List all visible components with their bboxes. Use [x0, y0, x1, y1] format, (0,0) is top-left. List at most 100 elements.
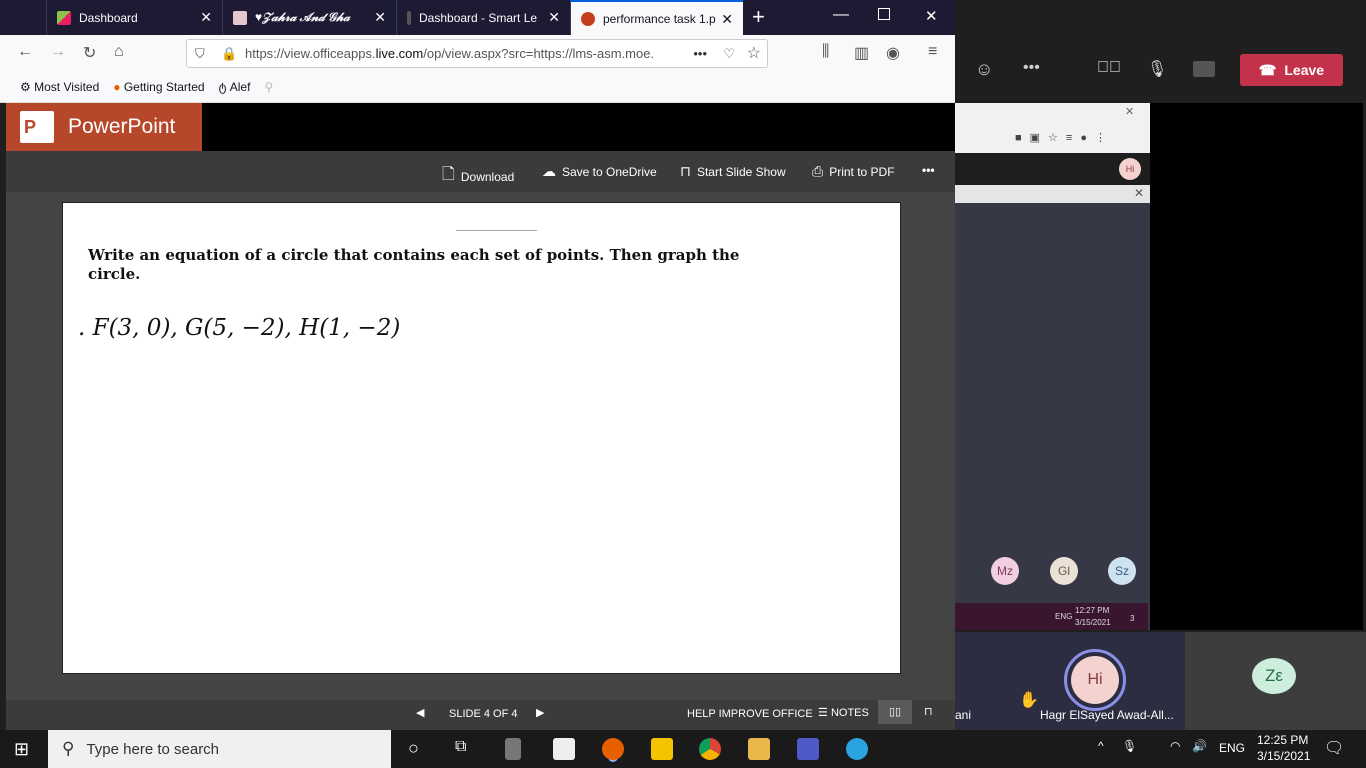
previous-slide-icon[interactable]: ◀	[416, 706, 424, 719]
account-icon[interactable]: ◉	[886, 43, 900, 63]
navigation-bar: ← → ↻ ⌂ ⛉ 🔒 https://view.officeapps.live…	[0, 35, 955, 72]
clock-time[interactable]: 12:25 PM	[1257, 733, 1308, 747]
reading-view-button[interactable]: ▯▯	[878, 700, 912, 724]
tab-label: ♥𝒵𝒶𝒽𝓇𝒶 𝒜𝓃𝒹 𝒢𝒽𝒶	[255, 10, 350, 24]
download-label: Download	[460, 169, 515, 184]
more-actions-icon[interactable]: •••	[1023, 59, 1040, 77]
participant-tile[interactable]: Zε	[1185, 632, 1366, 730]
bookmark-pin-icon[interactable]: ⚲	[264, 80, 273, 94]
tray-chevron-icon[interactable]: ^	[1098, 739, 1104, 753]
pocket-icon[interactable]: ♡	[723, 40, 735, 67]
file-explorer-icon[interactable]	[748, 738, 770, 760]
tab-label: Dashboard - Smart Le	[419, 10, 538, 25]
chrome-icon[interactable]	[699, 738, 721, 760]
reactions-icon[interactable]: ☺	[975, 59, 993, 80]
slide-problem: . F(3, 0), G(5, −2), H(1, −2)	[78, 315, 401, 341]
start-slide-show-button[interactable]: ⊓ Start Slide Show	[680, 163, 786, 180]
action-center-icon[interactable]: 🗨	[1324, 738, 1344, 758]
presentation-icon: ⊓	[680, 163, 691, 179]
participant-tile[interactable]: ani ✋ Hi Hagr ElSayed Awad-All...	[955, 632, 1185, 730]
library-icon[interactable]: ⫼	[822, 43, 829, 61]
reload-icon[interactable]: ↻	[83, 43, 96, 63]
sticky-notes-icon[interactable]	[651, 738, 673, 760]
minimize-button[interactable]: —	[833, 6, 849, 24]
slide: ________________ Write an equation of a …	[62, 202, 901, 674]
tab-zahra[interactable]: ♥𝒵𝒶𝒽𝓇𝒶 𝒜𝓃𝒹 𝒢𝒽𝒶 ✕	[222, 0, 396, 35]
menu-icon[interactable]: ≡	[928, 43, 937, 61]
favicon-icon	[57, 10, 71, 25]
sidebar-icon[interactable]: ▥	[854, 43, 869, 63]
bookmark-star-icon[interactable]: ☆	[746, 40, 761, 67]
tab-dashboard-smart[interactable]: Dashboard - Smart Le ✕	[396, 0, 570, 35]
gear-icon: ⚙	[20, 80, 31, 94]
camera-off-icon[interactable]: ▶⃠	[1097, 59, 1121, 77]
next-slide-icon[interactable]: ▶	[536, 706, 544, 719]
teams-icon[interactable]	[797, 738, 819, 760]
tray-language: ENG	[1055, 612, 1073, 621]
mic-off-icon[interactable]: 🎙	[1147, 59, 1167, 79]
page-actions-icon[interactable]: •••	[687, 40, 713, 67]
slideshow-label: Start Slide Show	[696, 164, 786, 179]
powerpoint-toolbar: 🗋 Download ☁ Save to OneDrive ⊓ Start Slide…	[6, 151, 955, 192]
app-icon[interactable]	[505, 738, 521, 760]
bookmark-getting-started[interactable]: ● Getting Started	[113, 80, 204, 94]
participant-name-cut: ani	[955, 708, 972, 722]
powerpoint-logo[interactable]: P PowerPoint	[6, 103, 202, 151]
powerpoint-icon: P	[20, 111, 54, 143]
leave-button[interactable]: ☎ Leave	[1240, 54, 1343, 86]
shield-icon: ⛉	[195, 46, 205, 61]
bookmark-alef[interactable]: ტ Alef	[219, 80, 251, 94]
more-options-button[interactable]: •••	[922, 163, 935, 177]
telegram-icon[interactable]	[846, 738, 868, 760]
tab-performance-task[interactable]: performance task 1.p ✕	[570, 0, 743, 35]
print-to-pdf-button[interactable]: ⎙ Print to PDF	[812, 163, 895, 180]
notes-button[interactable]: ☰ NOTES	[818, 706, 869, 719]
bookmark-most-visited[interactable]: ⚙ Most Visited	[20, 80, 99, 94]
powerpoint-favicon-icon	[581, 11, 595, 26]
notification-badge: 3	[1130, 614, 1135, 623]
firefox-taskbar-icon[interactable]	[602, 738, 624, 760]
participant-avatar: Mz	[991, 557, 1019, 585]
windows-start-icon[interactable]: ⊞	[14, 739, 29, 760]
video-area	[1150, 103, 1363, 630]
save-to-onedrive-button[interactable]: ☁ Save to OneDrive	[542, 163, 657, 180]
microphone-icon[interactable]: 🎙	[1122, 739, 1137, 753]
close-window-button[interactable]: ✕	[925, 7, 938, 25]
taskbar-search[interactable]: ⚲ Type here to search	[48, 730, 391, 768]
status-bar: ◀ SLIDE 4 OF 4 ▶ HELP IMPROVE OFFICE ☰ N…	[6, 700, 955, 730]
language-indicator[interactable]: ENG	[1219, 741, 1245, 755]
clock-date[interactable]: 3/15/2021	[1257, 749, 1310, 763]
app-name: PowerPoint	[68, 115, 176, 138]
slide-show-view-button[interactable]: ⊓	[924, 705, 933, 718]
home-icon[interactable]: ⌂	[114, 43, 124, 61]
close-tab-icon[interactable]: ✕	[374, 9, 386, 26]
maximize-button[interactable]	[878, 8, 890, 20]
wifi-icon[interactable]: ◠	[1170, 739, 1180, 753]
forward-icon[interactable]: →	[50, 43, 66, 61]
close-tab-icon[interactable]: ✕	[200, 9, 212, 26]
close-tab-icon[interactable]: ✕	[721, 11, 733, 28]
favicon-icon	[407, 10, 411, 25]
slide-counter: SLIDE 4 OF 4	[449, 708, 518, 720]
cortana-icon[interactable]: ○	[408, 738, 419, 759]
new-tab-button[interactable]: +	[752, 4, 765, 30]
back-icon[interactable]: ←	[17, 43, 33, 61]
volume-icon[interactable]: 🔊	[1192, 739, 1207, 753]
help-improve-office-link[interactable]: HELP IMPROVE OFFICE	[687, 708, 813, 720]
document-icon: 🗋	[442, 166, 455, 183]
url-bar[interactable]: ⛉ 🔒 https://view.officeapps.live.com/op/…	[186, 39, 768, 68]
share-screen-icon[interactable]	[1193, 61, 1215, 77]
bookmarks-bar: ⚙ Most Visited ● Getting Started ტ Alef …	[0, 72, 955, 103]
tab-dashboard[interactable]: Dashboard ✕	[46, 0, 222, 35]
url-path: /op/view.aspx?src=https://lms-asm.moe.	[423, 46, 655, 61]
phone-hangup-icon: ☎	[1258, 61, 1277, 78]
download-button[interactable]: 🗋 Download	[442, 163, 514, 190]
bookmark-label: Most Visited	[34, 80, 100, 94]
participant-avatar: Gl	[1050, 557, 1078, 585]
close-tab-icon[interactable]: ✕	[548, 9, 560, 26]
raised-hand-icon: ✋	[1019, 692, 1039, 709]
nested-header: Hi	[955, 153, 1150, 185]
task-view-icon[interactable]: ⧉	[455, 738, 466, 756]
url-prefix: https://view.officeapps.	[245, 46, 376, 61]
mail-icon[interactable]	[553, 738, 575, 760]
